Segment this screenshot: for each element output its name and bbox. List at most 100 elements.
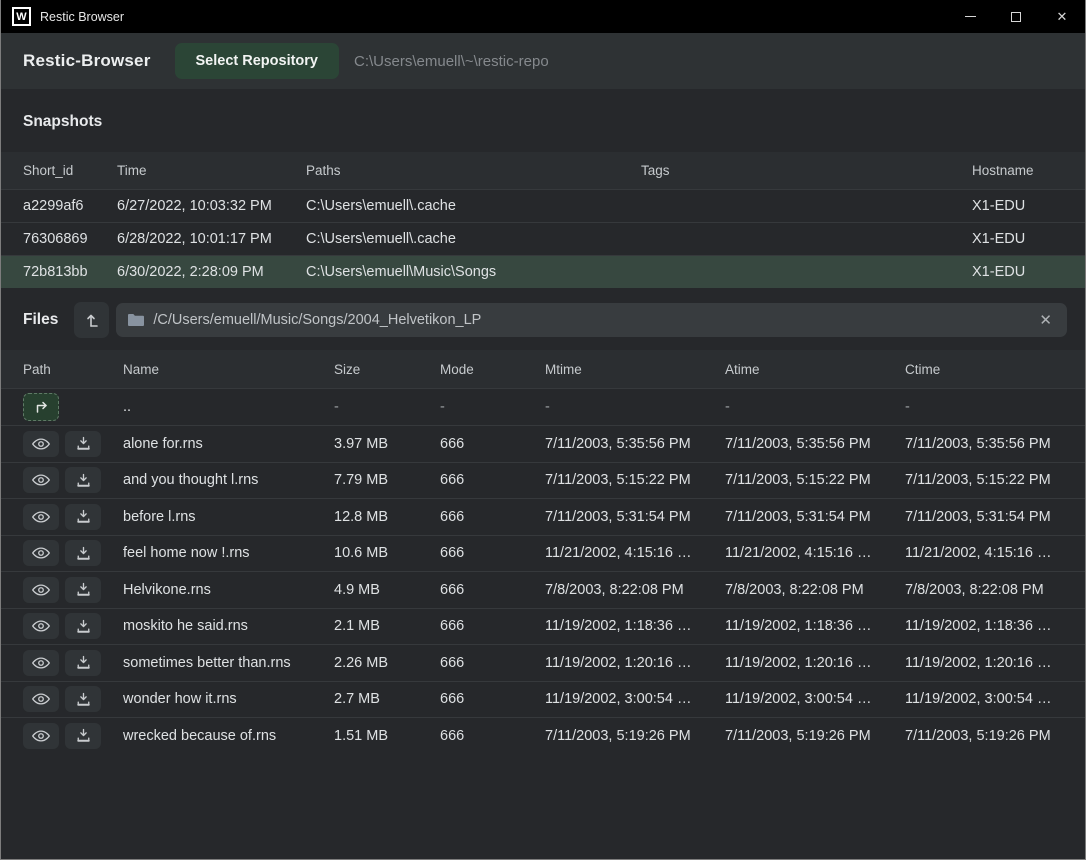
file-ctime: 7/8/2003, 8:22:08 PM bbox=[905, 582, 1085, 598]
snapshot-hostname: X1-EDU bbox=[972, 198, 1085, 214]
eye-icon bbox=[32, 473, 50, 487]
file-row[interactable]: wrecked because of.rns 1.51 MB 666 7/11/… bbox=[1, 717, 1085, 754]
file-mtime: 11/19/2002, 3:00:54 … bbox=[545, 691, 725, 707]
titlebar-left: W Restic Browser bbox=[1, 7, 124, 26]
snapshot-row[interactable]: a2299af6 6/27/2022, 10:03:32 PM C:\Users… bbox=[1, 189, 1085, 222]
file-name: wrecked because of.rns bbox=[123, 728, 334, 744]
file-row[interactable]: sometimes better than.rns 2.26 MB 666 11… bbox=[1, 644, 1085, 681]
file-mode: 666 bbox=[440, 436, 545, 452]
file-size: 7.79 MB bbox=[334, 472, 440, 488]
download-icon bbox=[76, 473, 91, 488]
file-atime: 7/11/2003, 5:35:56 PM bbox=[725, 436, 905, 452]
column-header-mode: Mode bbox=[440, 362, 545, 377]
preview-file-button[interactable] bbox=[23, 577, 59, 603]
file-atime: 11/19/2002, 3:00:54 … bbox=[725, 691, 905, 707]
maximize-button[interactable] bbox=[993, 0, 1039, 33]
preview-file-button[interactable] bbox=[23, 467, 59, 493]
file-mtime: - bbox=[545, 399, 725, 415]
app-header: Restic-Browser Select Repository C:\User… bbox=[1, 33, 1085, 89]
file-mtime: 11/21/2002, 4:15:16 … bbox=[545, 545, 725, 561]
eye-icon bbox=[32, 546, 50, 560]
download-file-button[interactable] bbox=[65, 504, 101, 530]
file-mode: 666 bbox=[440, 655, 545, 671]
file-size: 2.1 MB bbox=[334, 618, 440, 634]
preview-file-button[interactable] bbox=[23, 540, 59, 566]
preview-file-button[interactable] bbox=[23, 504, 59, 530]
file-ctime: - bbox=[905, 399, 1085, 415]
snapshot-row[interactable]: 72b813bb 6/30/2022, 2:28:09 PM C:\Users\… bbox=[1, 255, 1085, 288]
snapshot-row[interactable]: 76306869 6/28/2022, 10:01:17 PM C:\Users… bbox=[1, 222, 1085, 255]
column-header-paths: Paths bbox=[306, 163, 641, 178]
file-row[interactable]: wonder how it.rns 2.7 MB 666 11/19/2002,… bbox=[1, 681, 1085, 718]
file-name: .. bbox=[123, 399, 334, 415]
current-path-text: /C/Users/emuell/Music/Songs/2004_Helveti… bbox=[153, 312, 1036, 328]
snapshot-time: 6/27/2022, 10:03:32 PM bbox=[117, 198, 306, 214]
minimize-button[interactable] bbox=[947, 0, 993, 33]
download-file-button[interactable] bbox=[65, 540, 101, 566]
preview-file-button[interactable] bbox=[23, 650, 59, 676]
select-repository-button[interactable]: Select Repository bbox=[175, 43, 340, 79]
download-icon bbox=[76, 509, 91, 524]
repository-path: C:\Users\emuell\~\restic-repo bbox=[354, 53, 549, 70]
column-header-hostname: Hostname bbox=[972, 163, 1085, 178]
preview-file-button[interactable] bbox=[23, 686, 59, 712]
snapshot-short-id: 72b813bb bbox=[23, 264, 117, 280]
download-file-button[interactable] bbox=[65, 467, 101, 493]
snapshot-paths: C:\Users\emuell\Music\Songs bbox=[306, 264, 641, 280]
file-atime: 7/11/2003, 5:31:54 PM bbox=[725, 509, 905, 525]
download-icon bbox=[76, 546, 91, 561]
download-file-button[interactable] bbox=[65, 686, 101, 712]
file-row[interactable]: Helvikone.rns 4.9 MB 666 7/8/2003, 8:22:… bbox=[1, 571, 1085, 608]
column-header-ctime: Ctime bbox=[905, 362, 1085, 377]
column-header-tags: Tags bbox=[641, 163, 972, 178]
go-up-directory-button[interactable] bbox=[23, 393, 59, 421]
clear-path-button[interactable]: ✕ bbox=[1036, 311, 1055, 329]
snapshot-hostname: X1-EDU bbox=[972, 264, 1085, 280]
file-mtime: 11/19/2002, 1:18:36 … bbox=[545, 618, 725, 634]
column-header-atime: Atime bbox=[725, 362, 905, 377]
file-row[interactable]: alone for.rns 3.97 MB 666 7/11/2003, 5:3… bbox=[1, 425, 1085, 462]
file-atime: 11/19/2002, 1:20:16 … bbox=[725, 655, 905, 671]
download-file-button[interactable] bbox=[65, 613, 101, 639]
file-size: 4.9 MB bbox=[334, 582, 440, 598]
download-file-button[interactable] bbox=[65, 431, 101, 457]
file-name: wonder how it.rns bbox=[123, 691, 334, 707]
file-name: before l.rns bbox=[123, 509, 334, 525]
file-name: sometimes better than.rns bbox=[123, 655, 334, 671]
file-size: 12.8 MB bbox=[334, 509, 440, 525]
column-header-mtime: Mtime bbox=[545, 362, 725, 377]
column-header-path: Path bbox=[23, 362, 123, 377]
snapshot-short-id: 76306869 bbox=[23, 231, 117, 247]
file-mtime: 7/11/2003, 5:19:26 PM bbox=[545, 728, 725, 744]
file-row[interactable]: moskito he said.rns 2.1 MB 666 11/19/200… bbox=[1, 608, 1085, 645]
files-toolbar: Files /C/Users/emuell/Music/Songs/2004_H… bbox=[1, 302, 1085, 338]
file-row[interactable]: and you thought l.rns 7.79 MB 666 7/11/2… bbox=[1, 462, 1085, 499]
app-window: W Restic Browser ✕ Restic-Browser Select… bbox=[0, 0, 1086, 860]
file-ctime: 11/21/2002, 4:15:16 … bbox=[905, 545, 1085, 561]
download-icon bbox=[76, 655, 91, 670]
download-file-button[interactable] bbox=[65, 723, 101, 749]
download-icon bbox=[76, 436, 91, 451]
parent-directory-row[interactable]: .. - - - - - bbox=[1, 388, 1085, 425]
file-size: 3.97 MB bbox=[334, 436, 440, 452]
file-ctime: 7/11/2003, 5:31:54 PM bbox=[905, 509, 1085, 525]
file-size: - bbox=[334, 399, 440, 415]
preview-file-button[interactable] bbox=[23, 431, 59, 457]
close-button[interactable]: ✕ bbox=[1039, 0, 1085, 33]
file-row[interactable]: before l.rns 12.8 MB 666 7/11/2003, 5:31… bbox=[1, 498, 1085, 535]
file-atime: 7/11/2003, 5:15:22 PM bbox=[725, 472, 905, 488]
preview-file-button[interactable] bbox=[23, 723, 59, 749]
arrow-elbow-up-icon bbox=[83, 311, 101, 329]
file-row[interactable]: feel home now !.rns 10.6 MB 666 11/21/20… bbox=[1, 535, 1085, 572]
preview-file-button[interactable] bbox=[23, 613, 59, 639]
file-ctime: 11/19/2002, 1:18:36 … bbox=[905, 618, 1085, 634]
file-name: Helvikone.rns bbox=[123, 582, 334, 598]
file-mode: 666 bbox=[440, 728, 545, 744]
download-file-button[interactable] bbox=[65, 650, 101, 676]
file-atime: 7/8/2003, 8:22:08 PM bbox=[725, 582, 905, 598]
download-file-button[interactable] bbox=[65, 577, 101, 603]
current-path-field[interactable]: /C/Users/emuell/Music/Songs/2004_Helveti… bbox=[116, 303, 1067, 337]
download-icon bbox=[76, 728, 91, 743]
path-up-button[interactable] bbox=[74, 302, 109, 338]
files-table: Path Name Size Mode Mtime Atime Ctime ..… bbox=[1, 350, 1085, 754]
